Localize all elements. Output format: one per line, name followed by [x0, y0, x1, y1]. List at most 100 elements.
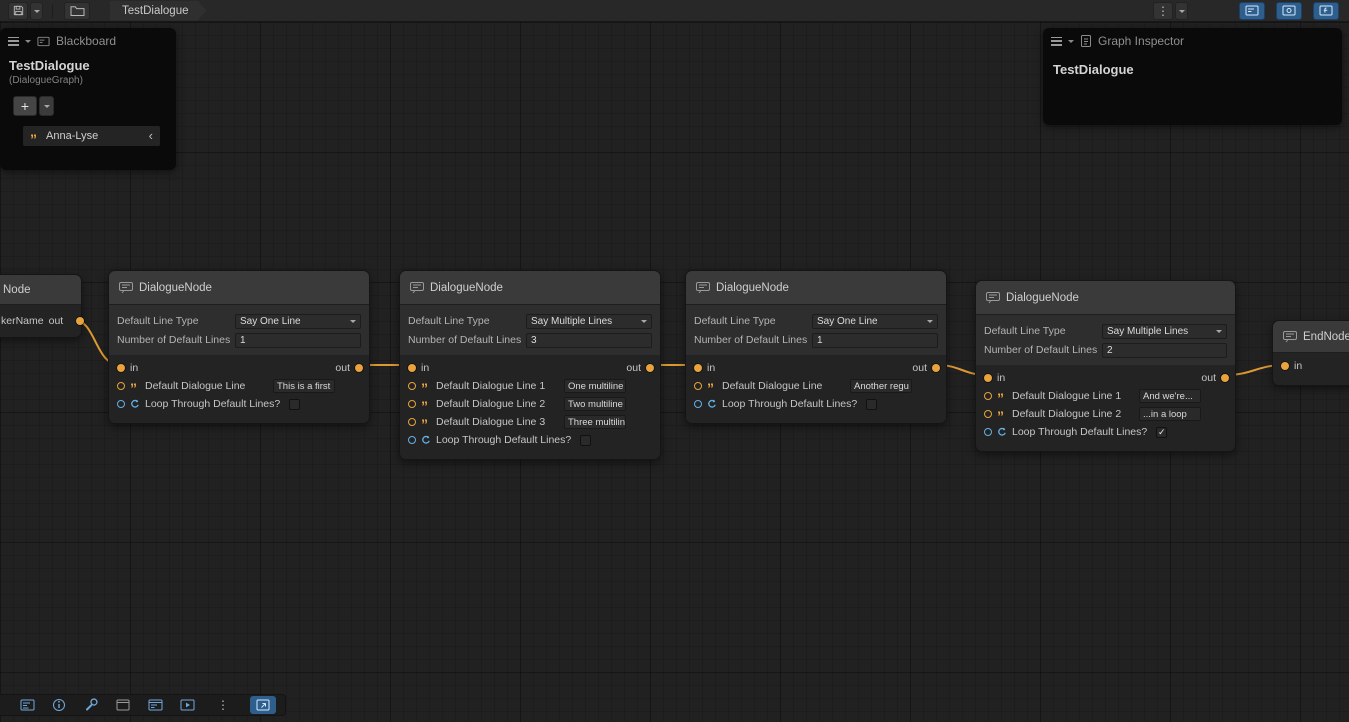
dialogue-line-field[interactable]: Three multiline — [564, 415, 626, 429]
toggle-blackboard-button[interactable] — [1239, 2, 1265, 20]
node-title-bar[interactable]: EndNode — [1273, 321, 1349, 353]
line-type-dropdown[interactable]: Say Multiple Lines — [526, 314, 652, 329]
line-type-dropdown[interactable]: Say One Line — [235, 314, 361, 329]
in-port[interactable] — [1281, 362, 1289, 370]
loop-icon — [130, 399, 140, 409]
loop-checkbox[interactable] — [866, 399, 877, 410]
count-field[interactable]: 2 — [1102, 343, 1227, 358]
bool-port[interactable] — [694, 400, 702, 408]
line-type-value: Say One Line — [817, 316, 878, 327]
chevron-down-icon — [641, 320, 647, 326]
in-port[interactable] — [694, 364, 702, 372]
settings-overlay-button[interactable] — [78, 696, 104, 714]
inspector-overlay-button[interactable] — [46, 696, 72, 714]
dialogue-node-4[interactable]: DialogueNode Default Line Type Say Multi… — [975, 280, 1236, 452]
string-port[interactable] — [117, 382, 125, 390]
bool-port[interactable] — [408, 436, 416, 444]
top-toolbar: TestDialogue ⋮ — [0, 0, 1349, 22]
foldout-arrow-icon[interactable] — [1068, 40, 1074, 46]
window-overlay-button[interactable] — [110, 696, 136, 714]
out-port[interactable] — [932, 364, 940, 372]
string-port[interactable] — [408, 418, 416, 426]
save-dropdown-button[interactable] — [30, 2, 43, 20]
blackboard-overlay-button[interactable] — [14, 696, 40, 714]
out-port[interactable] — [355, 364, 363, 372]
foldout-arrow-icon[interactable] — [25, 40, 31, 46]
add-field-dropdown[interactable] — [39, 96, 54, 116]
dialogue-line-field[interactable]: ...in a loop — [1139, 407, 1201, 421]
count-field[interactable]: 1 — [812, 333, 938, 348]
string-port[interactable] — [408, 400, 416, 408]
graph-inspector-panel[interactable]: Graph Inspector TestDialogue — [1043, 28, 1342, 125]
info-icon — [52, 698, 66, 712]
play-overlay-button[interactable] — [174, 696, 200, 714]
string-port[interactable] — [694, 382, 702, 390]
node-title-bar[interactable]: DialogueNode — [976, 281, 1235, 315]
string-port[interactable] — [984, 392, 992, 400]
blackboard-overlay-icon — [20, 699, 35, 711]
string-port[interactable] — [984, 410, 992, 418]
count-field[interactable]: 3 — [526, 333, 652, 348]
board-overlay-button[interactable] — [142, 696, 168, 714]
open-asset-button[interactable] — [64, 2, 90, 20]
more-icon: ⋮ — [1157, 6, 1169, 16]
overflow-menu-button[interactable]: ⋮ — [1153, 2, 1173, 20]
line-type-dropdown[interactable]: Say One Line — [812, 314, 938, 329]
panel-expand-button[interactable] — [250, 696, 276, 714]
in-port[interactable] — [117, 364, 125, 372]
in-port-label: in — [707, 362, 715, 374]
overlay-more-button[interactable]: ⋮ — [210, 696, 236, 714]
quote-icon: ” — [130, 385, 140, 391]
dialogue-line-field[interactable]: One multiline — [564, 379, 626, 393]
quote-icon: ” — [997, 395, 1007, 401]
dialogue-node-3[interactable]: DialogueNode Default Line Type Say One L… — [685, 270, 947, 424]
end-node[interactable]: EndNode in — [1272, 320, 1349, 386]
start-node[interactable]: Node kerName out — [0, 274, 82, 338]
string-field-icon: ” — [30, 136, 40, 142]
node-title-bar[interactable]: DialogueNode — [400, 271, 660, 305]
add-field-button[interactable]: + — [13, 96, 37, 116]
dialogue-line-label: Default Dialogue Line 1 — [436, 380, 545, 392]
blackboard-field[interactable]: ” Anna-Lyse ‹ — [22, 125, 161, 147]
overflow-dropdown-button[interactable] — [1175, 2, 1188, 20]
loop-checkbox[interactable]: ✓ — [1156, 427, 1167, 438]
toggle-inspector-button[interactable] — [1276, 2, 1302, 20]
dialogue-line-label: Default Dialogue Line — [722, 380, 822, 392]
panel-menu-icon[interactable] — [8, 37, 19, 46]
dialogue-line-field[interactable]: Another regu — [850, 379, 912, 393]
out-port[interactable] — [1221, 374, 1229, 382]
node-title-bar[interactable]: DialogueNode — [686, 271, 946, 305]
save-button[interactable] — [8, 2, 28, 20]
count-field[interactable]: 1 — [235, 333, 361, 348]
chevron-down-icon — [350, 320, 356, 326]
in-port[interactable] — [984, 374, 992, 382]
breadcrumb-tab[interactable]: TestDialogue — [110, 1, 206, 21]
blackboard-panel[interactable]: Blackboard TestDialogue (DialogueGraph) … — [0, 28, 176, 170]
node-title: DialogueNode — [430, 282, 503, 294]
dialogue-node-2[interactable]: DialogueNode Default Line Type Say Multi… — [399, 270, 661, 460]
in-port[interactable] — [408, 364, 416, 372]
line-type-dropdown[interactable]: Say Multiple Lines — [1102, 324, 1227, 339]
dialogue-line-field[interactable]: This is a first — [273, 379, 335, 393]
loop-checkbox[interactable] — [580, 435, 591, 446]
out-port[interactable] — [646, 364, 654, 372]
string-port[interactable] — [408, 382, 416, 390]
node-title-bar[interactable]: Node — [0, 275, 81, 305]
loop-icon — [421, 435, 431, 445]
preview-toggle-icon — [1319, 5, 1333, 16]
toggle-preview-button[interactable] — [1313, 2, 1339, 20]
node-title-bar[interactable]: DialogueNode — [109, 271, 369, 305]
bool-port[interactable] — [984, 428, 992, 436]
panel-menu-icon[interactable] — [1051, 37, 1062, 46]
dialogue-node-icon — [410, 282, 424, 294]
loop-checkbox[interactable] — [289, 399, 300, 410]
dialogue-node-1[interactable]: DialogueNode Default Line Type Say One L… — [108, 270, 370, 424]
blackboard-icon — [37, 36, 50, 47]
loop-label: Loop Through Default Lines? — [1012, 426, 1147, 438]
dialogue-line-label: Default Dialogue Line 2 — [1012, 408, 1121, 420]
line-type-value: Say Multiple Lines — [531, 316, 612, 327]
dialogue-line-field[interactable]: Two multiline — [564, 397, 626, 411]
dialogue-line-field[interactable]: And we're... — [1139, 389, 1201, 403]
bool-port[interactable] — [117, 400, 125, 408]
collapse-icon[interactable]: ‹ — [149, 131, 153, 141]
